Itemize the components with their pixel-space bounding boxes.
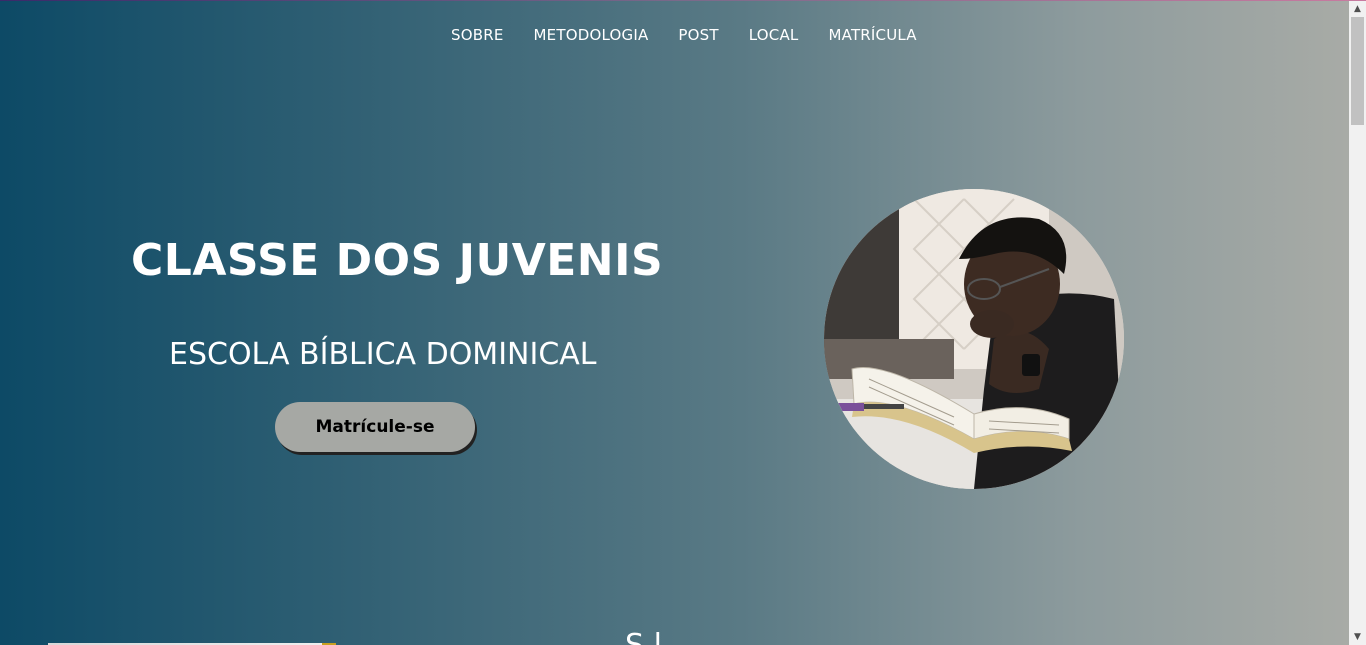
- scroll-thumb[interactable]: [1351, 17, 1364, 125]
- nav-link-matricula[interactable]: MATRÍCULA: [829, 26, 917, 44]
- hero-photo: [824, 189, 1124, 489]
- scroll-up-icon[interactable]: ▲: [1349, 0, 1366, 17]
- scroll-down-icon[interactable]: ▼: [1349, 628, 1366, 645]
- hero-section: SOBRE METODOLOGIA POST LOCAL MATRÍCULA C…: [0, 0, 1349, 645]
- main-nav: SOBRE METODOLOGIA POST LOCAL MATRÍCULA: [451, 26, 947, 44]
- nav-link-sobre[interactable]: SOBRE: [451, 26, 504, 44]
- hero-subtitle: ESCOLA BÍBLICA DOMINICAL: [169, 337, 597, 372]
- enroll-button[interactable]: Matrícule-se: [275, 402, 475, 452]
- top-accent-strip: [0, 0, 1366, 1]
- nav-link-local[interactable]: LOCAL: [749, 26, 799, 44]
- photo-illustration: [824, 189, 1124, 489]
- nav-link-metodologia[interactable]: METODOLOGIA: [534, 26, 649, 44]
- page: SOBRE METODOLOGIA POST LOCAL MATRÍCULA C…: [0, 0, 1366, 645]
- next-section-heading: S l: [625, 628, 662, 645]
- nav-link-post[interactable]: POST: [678, 26, 718, 44]
- hero-title: CLASSE DOS JUVENIS: [131, 235, 664, 286]
- vertical-scrollbar[interactable]: ▲ ▼: [1349, 0, 1366, 645]
